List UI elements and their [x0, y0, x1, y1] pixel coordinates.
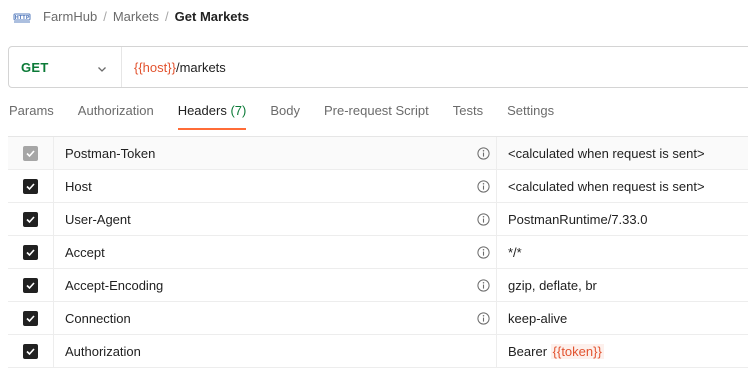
header-value: gzip, deflate, br	[508, 277, 597, 293]
headers-count: (7)	[230, 103, 247, 118]
header-key: Accept-Encoding	[65, 277, 164, 293]
header-key: Connection	[65, 310, 131, 326]
info-icon[interactable]	[477, 278, 490, 292]
header-checkbox[interactable]	[23, 310, 38, 326]
table-row: Accept */*	[8, 236, 748, 269]
breadcrumb-workspace[interactable]: FarmHub	[43, 9, 97, 24]
tab-headers[interactable]: Headers (7)	[177, 98, 247, 130]
header-key: Postman-Token	[65, 145, 156, 161]
tab-label: Settings	[507, 103, 555, 118]
token-variable: {{token}}	[550, 343, 604, 359]
tab-label: Headers	[177, 103, 227, 118]
header-checkbox[interactable]	[23, 244, 38, 260]
header-value: <calculated when request is sent>	[508, 178, 705, 194]
tab-label: Params	[9, 103, 54, 118]
tab-label: Body	[270, 103, 300, 118]
url-input[interactable]: {{host}}/markets	[122, 60, 226, 75]
breadcrumb-separator: /	[103, 8, 107, 24]
info-icon[interactable]	[477, 245, 490, 259]
info-icon[interactable]	[477, 212, 490, 226]
header-checkbox	[23, 145, 38, 161]
table-row: Accept-Encoding gzip, deflate, br	[8, 269, 748, 302]
tab-label: Authorization	[77, 103, 154, 118]
url-path: /markets	[175, 59, 226, 75]
header-checkbox[interactable]	[23, 277, 38, 293]
table-row: Host <calculated when request is sent>	[8, 170, 748, 203]
header-checkbox[interactable]	[23, 343, 38, 359]
tab-tests[interactable]: Tests	[453, 98, 483, 130]
info-icon[interactable]	[477, 146, 490, 160]
breadcrumb-collection[interactable]: Markets	[113, 9, 159, 24]
header-key: Host	[65, 178, 92, 194]
header-checkbox[interactable]	[23, 178, 38, 194]
table-row: Authorization Bearer {{token}}	[8, 335, 748, 368]
tab-label: Tests	[452, 103, 484, 118]
table-row: Postman-Token <calculated when request i…	[8, 137, 748, 170]
header-value: */*	[508, 244, 522, 260]
method-select[interactable]: GET	[9, 47, 122, 87]
header-value: <calculated when request is sent>	[508, 145, 705, 161]
tab-label: Pre-request Script	[323, 103, 429, 118]
header-value-prefix: Bearer	[508, 343, 551, 359]
header-key: Authorization	[65, 343, 141, 359]
svg-text:HTTP: HTTP	[15, 15, 30, 21]
tab-authorization[interactable]: Authorization	[78, 98, 154, 130]
url-host-variable: {{host}}	[134, 59, 176, 75]
request-name[interactable]: Get Markets	[175, 9, 249, 24]
tab-pre-request-script[interactable]: Pre-request Script	[324, 98, 429, 130]
header-key: Accept	[65, 244, 105, 260]
table-row: Connection keep-alive	[8, 302, 748, 335]
tab-body[interactable]: Body	[270, 98, 300, 130]
info-icon[interactable]	[477, 311, 490, 325]
tab-settings[interactable]: Settings	[507, 98, 554, 130]
headers-table: Postman-Token <calculated when request i…	[8, 136, 748, 368]
http-icon: HTTP	[13, 8, 31, 24]
tab-params[interactable]: Params	[9, 98, 54, 130]
header-value: Bearer {{token}}	[497, 343, 604, 359]
chevron-down-icon	[97, 62, 107, 72]
breadcrumb-separator: /	[165, 8, 169, 24]
breadcrumb: HTTP FarmHub / Markets / Get Markets	[13, 6, 249, 26]
header-value: keep-alive	[508, 310, 568, 326]
header-checkbox[interactable]	[23, 211, 38, 227]
request-tabs: Params Authorization Headers (7) Body Pr…	[0, 98, 748, 130]
table-row: User-Agent PostmanRuntime/7.33.0	[8, 203, 748, 236]
url-bar: GET {{host}}/markets	[8, 46, 748, 88]
info-icon[interactable]	[477, 179, 490, 193]
header-value: PostmanRuntime/7.33.0	[508, 211, 648, 227]
header-key: User-Agent	[65, 211, 131, 227]
method-label: GET	[21, 59, 49, 75]
